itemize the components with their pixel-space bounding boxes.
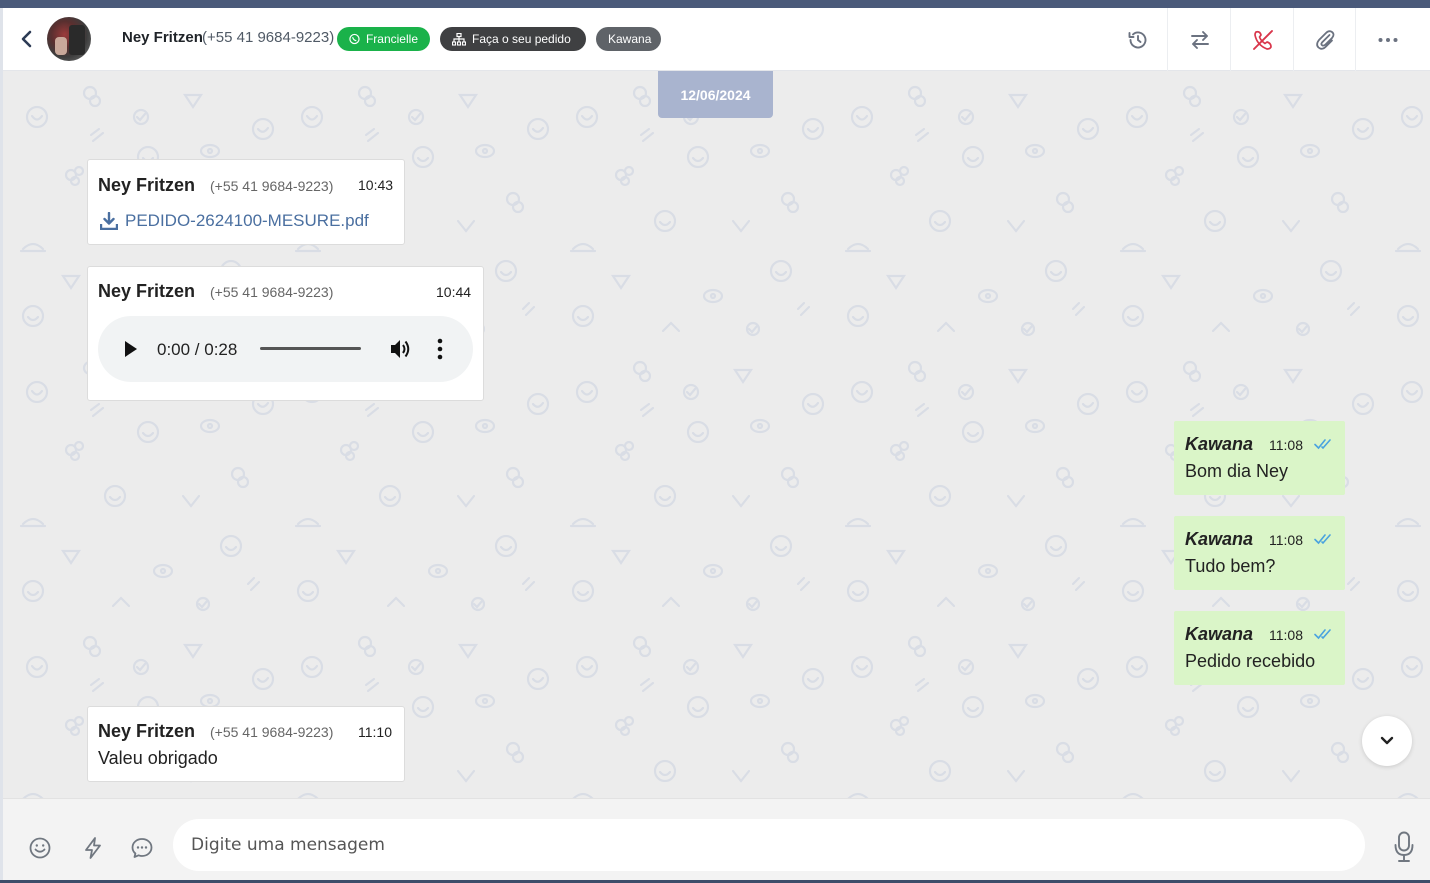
lightning-icon[interactable] (81, 836, 105, 860)
audio-player: 0:00 / 0:28 (98, 316, 473, 382)
emoji-icon[interactable] (28, 836, 52, 860)
message-text: Valeu obrigado (98, 748, 218, 768)
tag-francielle[interactable]: Francielle (337, 27, 430, 51)
message-time: 11:08 (1269, 532, 1303, 548)
divider (1293, 8, 1294, 71)
play-icon[interactable] (124, 340, 138, 358)
volume-icon[interactable] (389, 338, 413, 360)
message-time: 10:43 (358, 177, 394, 193)
sitemap-icon (452, 32, 466, 46)
more-options-icon[interactable] (436, 338, 444, 360)
attachment-icon[interactable] (1313, 28, 1337, 52)
double-check-icon (1314, 439, 1331, 450)
message-outgoing: Kawana 11:08 Tudo bem? (1174, 516, 1345, 590)
message-incoming-file: Ney Fritzen (+55 41 9684-9223) 10:43 PED… (87, 159, 405, 245)
sender-name: Kawana (1185, 434, 1254, 454)
double-check-icon (1314, 629, 1331, 640)
whatsapp-icon (349, 33, 360, 45)
tag-faca-seu-pedido[interactable]: Faça o seu pedido (440, 27, 586, 51)
tag-label: Kawana (608, 32, 652, 46)
divider (1355, 8, 1356, 71)
chat-bubble-icon[interactable] (130, 836, 154, 860)
sender-name: Ney Fritzen (98, 281, 196, 301)
message-incoming-text: Ney Fritzen (+55 41 9684-9223) 11:10 Val… (87, 706, 405, 782)
date-chip: 12/06/2024 (658, 71, 773, 118)
message-outgoing: Kawana 11:08 Bom dia Ney (1174, 421, 1345, 495)
history-icon[interactable] (1126, 28, 1150, 52)
top-accent-bar (0, 0, 1430, 8)
back-arrow-icon[interactable] (17, 28, 37, 50)
message-text: Pedido recebido (1185, 651, 1316, 671)
more-icon[interactable] (1376, 28, 1400, 52)
chevron-down-icon (1380, 736, 1394, 745)
file-name: PEDIDO-2624100-MESURE.pdf (125, 211, 369, 230)
download-icon (100, 212, 118, 230)
chat-header: Ney Fritzen (+55 41 9684-9223) Franciell… (3, 8, 1430, 71)
sender-name: Kawana (1185, 624, 1254, 644)
audio-seek-bar[interactable] (260, 347, 361, 350)
avatar[interactable] (47, 17, 91, 61)
message-time: 10:44 (436, 284, 472, 300)
double-check-icon (1314, 534, 1331, 545)
end-call-icon[interactable] (1251, 28, 1275, 52)
sender-name: Ney Fritzen (98, 721, 196, 741)
message-outgoing: Kawana 11:08 Pedido recebido (1174, 611, 1345, 685)
message-incoming-audio: Ney Fritzen (+55 41 9684-9223) 10:44 0:0… (87, 266, 484, 401)
tag-label: Faça o seu pedido (472, 32, 571, 46)
contact-phone: (+55 41 9684-9223) (202, 29, 335, 46)
chat-area: 12/06/2024 Ney Fritzen (+55 41 9684-9223… (3, 71, 1430, 798)
file-download-link[interactable]: PEDIDO-2624100-MESURE.pdf (100, 211, 369, 231)
sender-phone: (+55 41 9684-9223) (210, 724, 334, 740)
transfer-icon[interactable] (1188, 28, 1212, 52)
scroll-down-button[interactable] (1362, 716, 1412, 766)
sender-name: Kawana (1185, 529, 1254, 549)
message-time: 11:08 (1269, 437, 1303, 453)
message-time: 11:10 (358, 724, 392, 740)
audio-time: 0:00 / 0:28 (157, 340, 238, 359)
divider (1167, 8, 1168, 71)
message-text: Tudo bem? (1185, 556, 1276, 576)
sender-phone: (+55 41 9684-9223) (210, 178, 334, 194)
tag-kawana[interactable]: Kawana (596, 27, 661, 51)
microphone-icon[interactable] (1394, 831, 1414, 863)
message-text: Bom dia Ney (1185, 461, 1289, 481)
message-time: 11:08 (1269, 627, 1303, 643)
tag-label: Francielle (365, 32, 418, 46)
sender-phone: (+55 41 9684-9223) (210, 284, 334, 300)
contact-name: Ney Fritzen (122, 29, 203, 46)
divider (1230, 8, 1231, 71)
message-input[interactable] (173, 819, 1365, 871)
sender-name: Ney Fritzen (98, 175, 196, 195)
message-composer (3, 798, 1430, 883)
